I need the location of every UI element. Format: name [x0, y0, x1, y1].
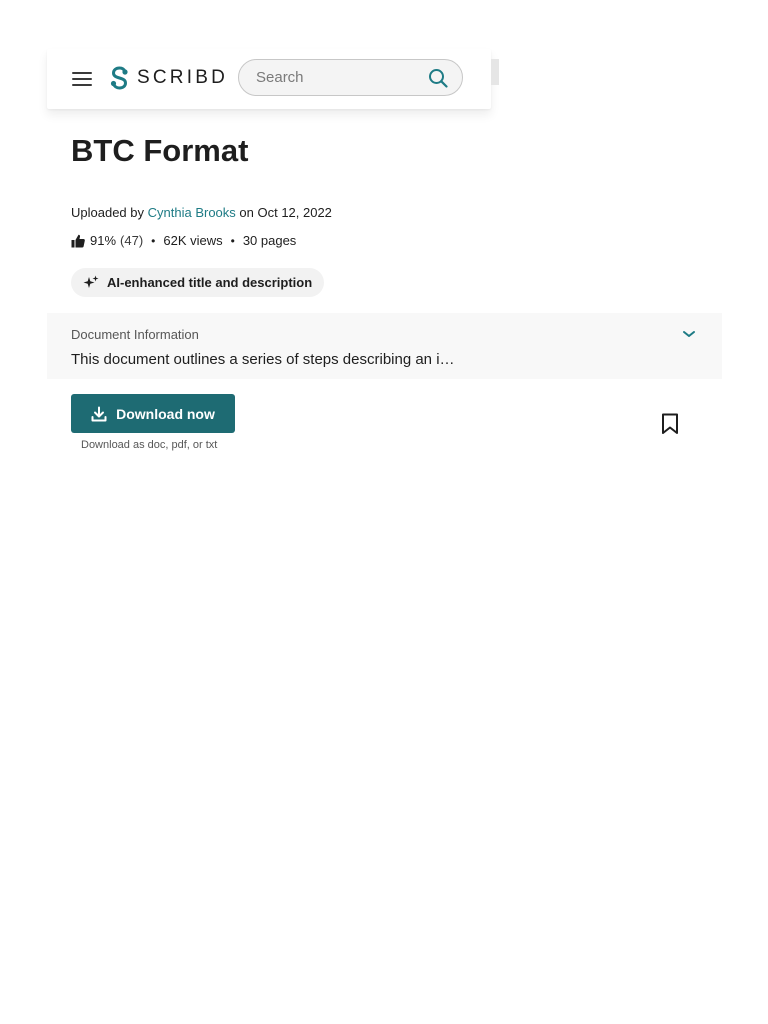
header-edge	[491, 59, 499, 85]
scribd-logo[interactable]: SCRIBD	[109, 66, 228, 90]
search-input[interactable]	[239, 68, 418, 87]
chevron-down-icon[interactable]	[682, 329, 696, 339]
download-icon	[91, 406, 107, 421]
upload-date: on Oct 12, 2022	[239, 205, 332, 220]
sparkle-icon	[83, 275, 99, 288]
download-button-label: Download now	[116, 405, 215, 422]
view-count: 62K views	[163, 233, 223, 248]
document-stats: 91% (47) • 62K views • 30 pages	[71, 233, 296, 248]
upload-info: Uploaded by Cynthia Brooks on Oct 12, 20…	[71, 205, 332, 220]
document-information-panel[interactable]: Document Information This document outli…	[47, 313, 722, 379]
search-bar	[238, 59, 463, 96]
download-formats-note: Download as doc, pdf, or txt	[81, 439, 218, 451]
page: SCRIBD BTC Format Uploaded by Cynthia Br…	[0, 0, 768, 1024]
author-link[interactable]: Cynthia Brooks	[148, 205, 236, 220]
rating-percent: 91%	[90, 233, 117, 248]
page-count: 30 pages	[242, 233, 297, 248]
doc-info-label: Document Information	[71, 327, 199, 342]
ai-enhanced-badge: AI-enhanced title and description	[71, 268, 325, 297]
doc-info-description: This document outlines a series of steps…	[71, 351, 455, 368]
document-title: BTC Format	[71, 133, 249, 168]
search-icon[interactable]	[428, 68, 448, 88]
scribd-logo-icon	[110, 66, 128, 90]
ai-badge-label: AI-enhanced title and description	[107, 275, 313, 290]
uploaded-prefix: Uploaded by	[71, 205, 144, 220]
thumbs-up-icon	[71, 234, 85, 247]
separator-dot: •	[151, 233, 156, 248]
download-now-button[interactable]: Download now	[71, 394, 235, 433]
bookmark-icon[interactable]	[661, 413, 679, 435]
rating-count: (47)	[120, 233, 144, 248]
hamburger-icon[interactable]	[72, 72, 92, 86]
separator-dot: •	[230, 233, 235, 248]
brand-name: SCRIBD	[137, 67, 228, 88]
